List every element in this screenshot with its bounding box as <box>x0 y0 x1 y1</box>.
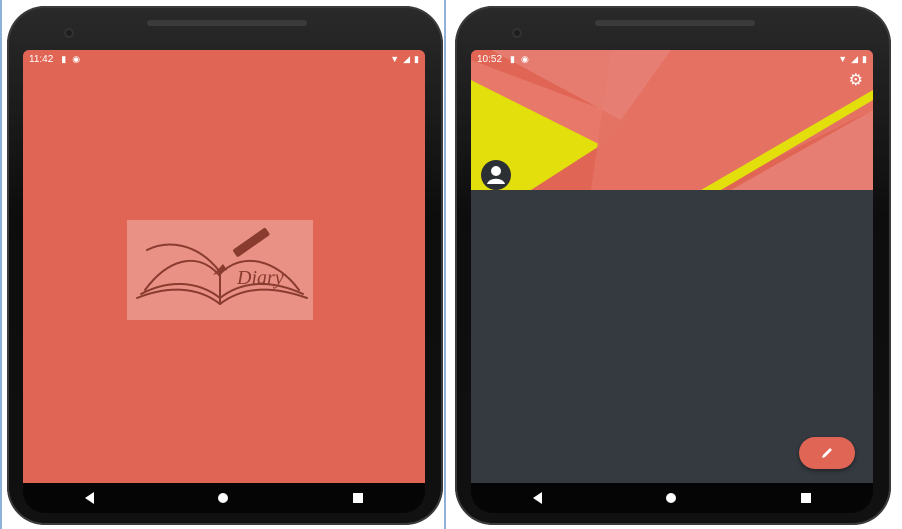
status-bar: 11:42 ▮ ◉ ▼ ◢ ▮ <box>23 50 425 68</box>
left-edge-strip <box>0 0 2 529</box>
home-screen: 10:52 ▮ ◉ ▼ ◢ ▮ ⚙ <box>471 50 873 483</box>
header-geometric-art <box>471 50 873 190</box>
sync-icon: ◉ <box>520 53 529 64</box>
wifi-icon: ▼ <box>390 53 400 64</box>
front-camera <box>512 28 522 38</box>
recents-square-icon[interactable] <box>352 493 363 503</box>
gear-icon[interactable]: ⚙ <box>849 70 863 90</box>
earpiece-speaker <box>147 20 307 26</box>
status-time: 10:52 <box>477 53 503 65</box>
front-camera <box>64 28 74 38</box>
home-circle-icon[interactable] <box>666 493 677 503</box>
android-nav-bar <box>471 483 873 513</box>
battery-icon: ▮ <box>414 53 419 64</box>
android-nav-bar <box>23 483 425 513</box>
pencil-icon <box>822 448 832 458</box>
diary-entries-area <box>471 190 873 483</box>
wifi-icon: ▼ <box>838 53 848 64</box>
status-time: 11:42 <box>29 53 54 65</box>
logo-text: Diary <box>236 267 284 289</box>
status-bar: 10:52 ▮ ◉ ▼ ◢ ▮ <box>471 50 873 68</box>
signal-icon: ◢ <box>851 53 859 64</box>
phone-left: 11:42 ▮ ◉ ▼ ◢ ▮ Diary <box>7 6 443 525</box>
back-triangle-icon[interactable] <box>85 492 95 504</box>
compose-button[interactable] <box>799 437 855 469</box>
splash-background: 11:42 ▮ ◉ ▼ ◢ ▮ Diary <box>23 50 425 483</box>
status-right-icons: ▼ ◢ ▮ <box>390 54 419 65</box>
battery-icon: ▮ <box>862 53 867 64</box>
header-banner: 10:52 ▮ ◉ ▼ ◢ ▮ ⚙ <box>471 50 873 190</box>
sd-card-icon: ▮ <box>510 53 515 64</box>
app-logo: Diary <box>127 220 313 320</box>
signal-icon: ◢ <box>403 53 411 64</box>
recents-square-icon[interactable] <box>800 493 811 503</box>
earpiece-speaker <box>595 20 755 26</box>
person-icon[interactable] <box>481 160 511 190</box>
home-circle-icon[interactable] <box>218 493 229 503</box>
back-triangle-icon[interactable] <box>533 492 543 504</box>
splash-screen: 11:42 ▮ ◉ ▼ ◢ ▮ Diary <box>23 50 425 483</box>
sd-card-icon: ▮ <box>61 53 67 64</box>
sync-icon: ◉ <box>72 53 81 64</box>
phone-right: 10:52 ▮ ◉ ▼ ◢ ▮ ⚙ <box>455 6 891 525</box>
diary-book-icon: Diary <box>136 228 308 305</box>
middle-edge-strip <box>444 0 446 529</box>
status-right-icons: ▼ ◢ ▮ <box>838 54 867 65</box>
